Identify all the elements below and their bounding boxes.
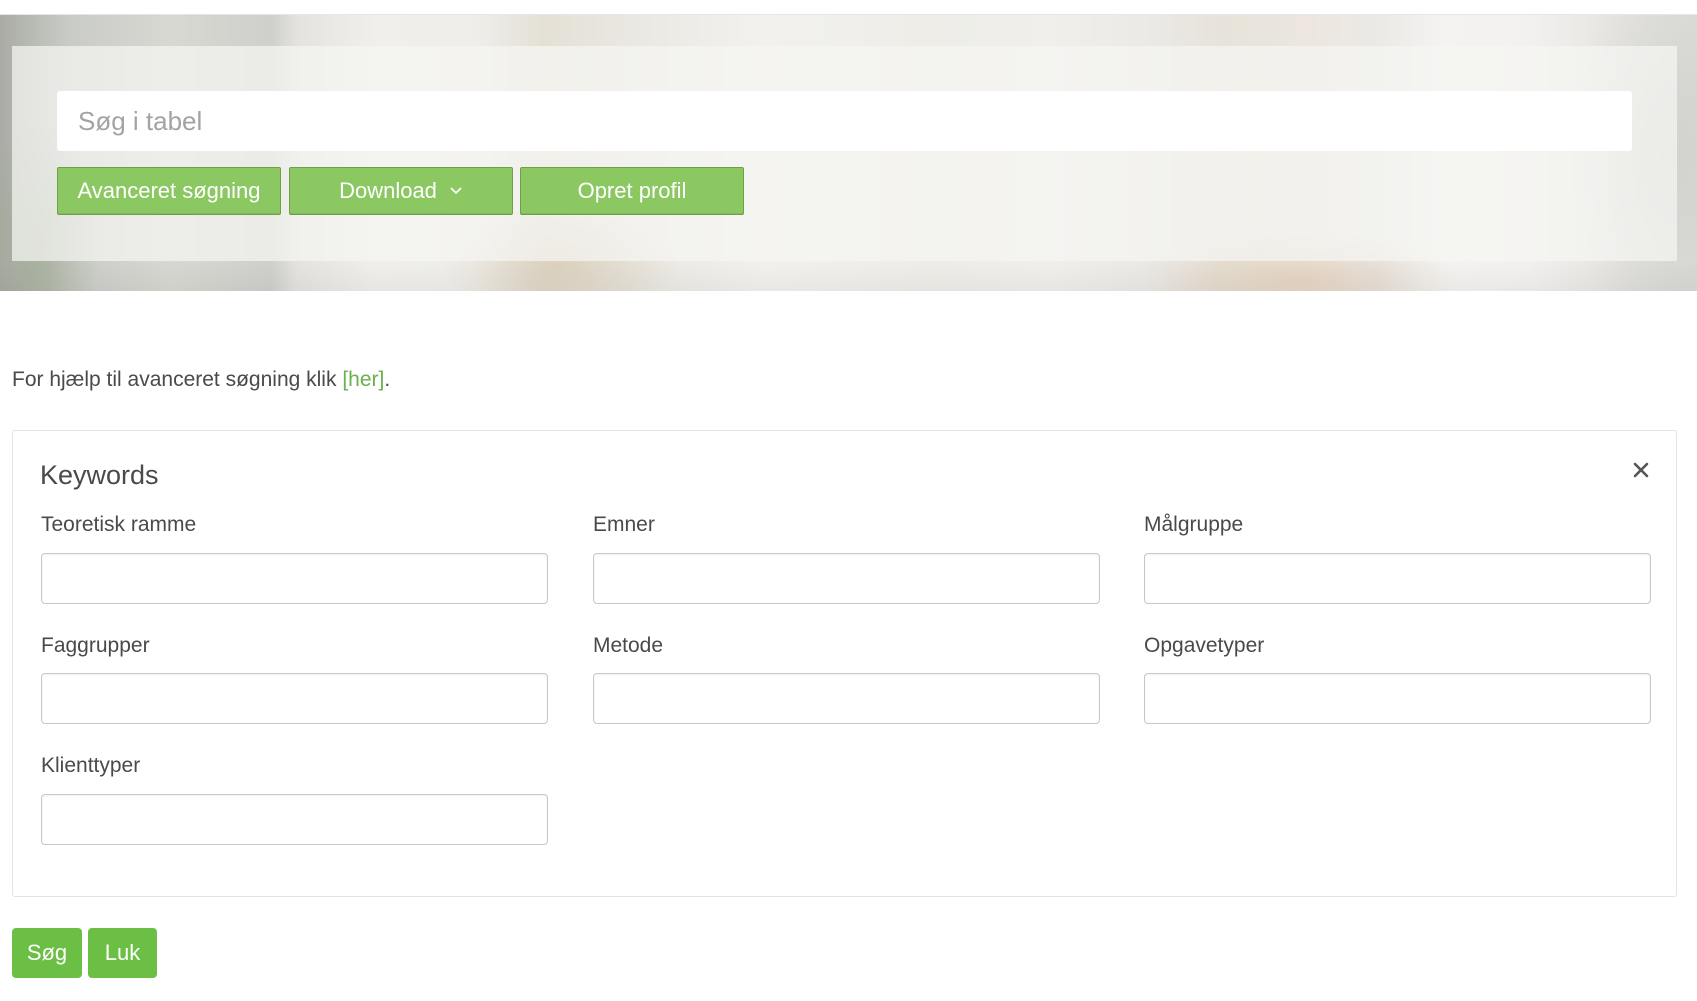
close-button-label: Luk [104,940,141,965]
advanced-search-button[interactable]: Avanceret søgning [57,167,281,215]
field-label-klienttyper: Klienttyper [41,754,141,777]
keywords-title: Keywords [40,460,159,490]
search-hero [0,15,1697,291]
search-input[interactable] [57,91,1632,151]
field-label-metode: Metode [593,634,664,657]
field-label-teoretisk-ramme: Teoretisk ramme [41,513,197,536]
chevron-down-icon [450,187,462,195]
malgruppe-input[interactable] [1144,553,1651,604]
teoretisk-ramme-input[interactable] [41,553,548,604]
search-button-label: Søg [26,940,68,965]
close-icon[interactable] [1632,461,1650,479]
faggrupper-input[interactable] [41,673,548,724]
create-profile-button[interactable]: Opret profil [520,167,744,215]
search-button[interactable]: Søg [12,928,82,978]
advanced-search-label: Avanceret søgning [77,178,261,203]
opgavetyper-input[interactable] [1144,673,1651,724]
field-label-malgruppe: Målgruppe [1144,513,1244,536]
metode-input[interactable] [593,673,1100,724]
help-link[interactable]: [her] [342,368,384,391]
create-profile-label: Opret profil [577,178,687,203]
download-button[interactable]: Download [289,167,513,215]
keywords-panel: Keywords Teoretisk ramme Emner Målgruppe… [12,430,1677,897]
emner-input[interactable] [593,553,1100,604]
field-label-emner: Emner [593,513,655,536]
help-text-suffix: . [384,368,391,391]
help-text-body: For hjælp til avanceret søgning klik [12,368,343,391]
top-bar [0,0,1697,15]
klienttyper-input[interactable] [41,794,548,845]
close-button[interactable]: Luk [88,928,157,978]
download-label: Download [339,178,437,203]
search-panel [12,46,1677,261]
field-label-faggrupper: Faggrupper [41,634,150,657]
help-text: For hjælp til avanceret søgning klik [he… [12,368,390,392]
field-label-opgavetyper: Opgavetyper [1144,634,1265,657]
